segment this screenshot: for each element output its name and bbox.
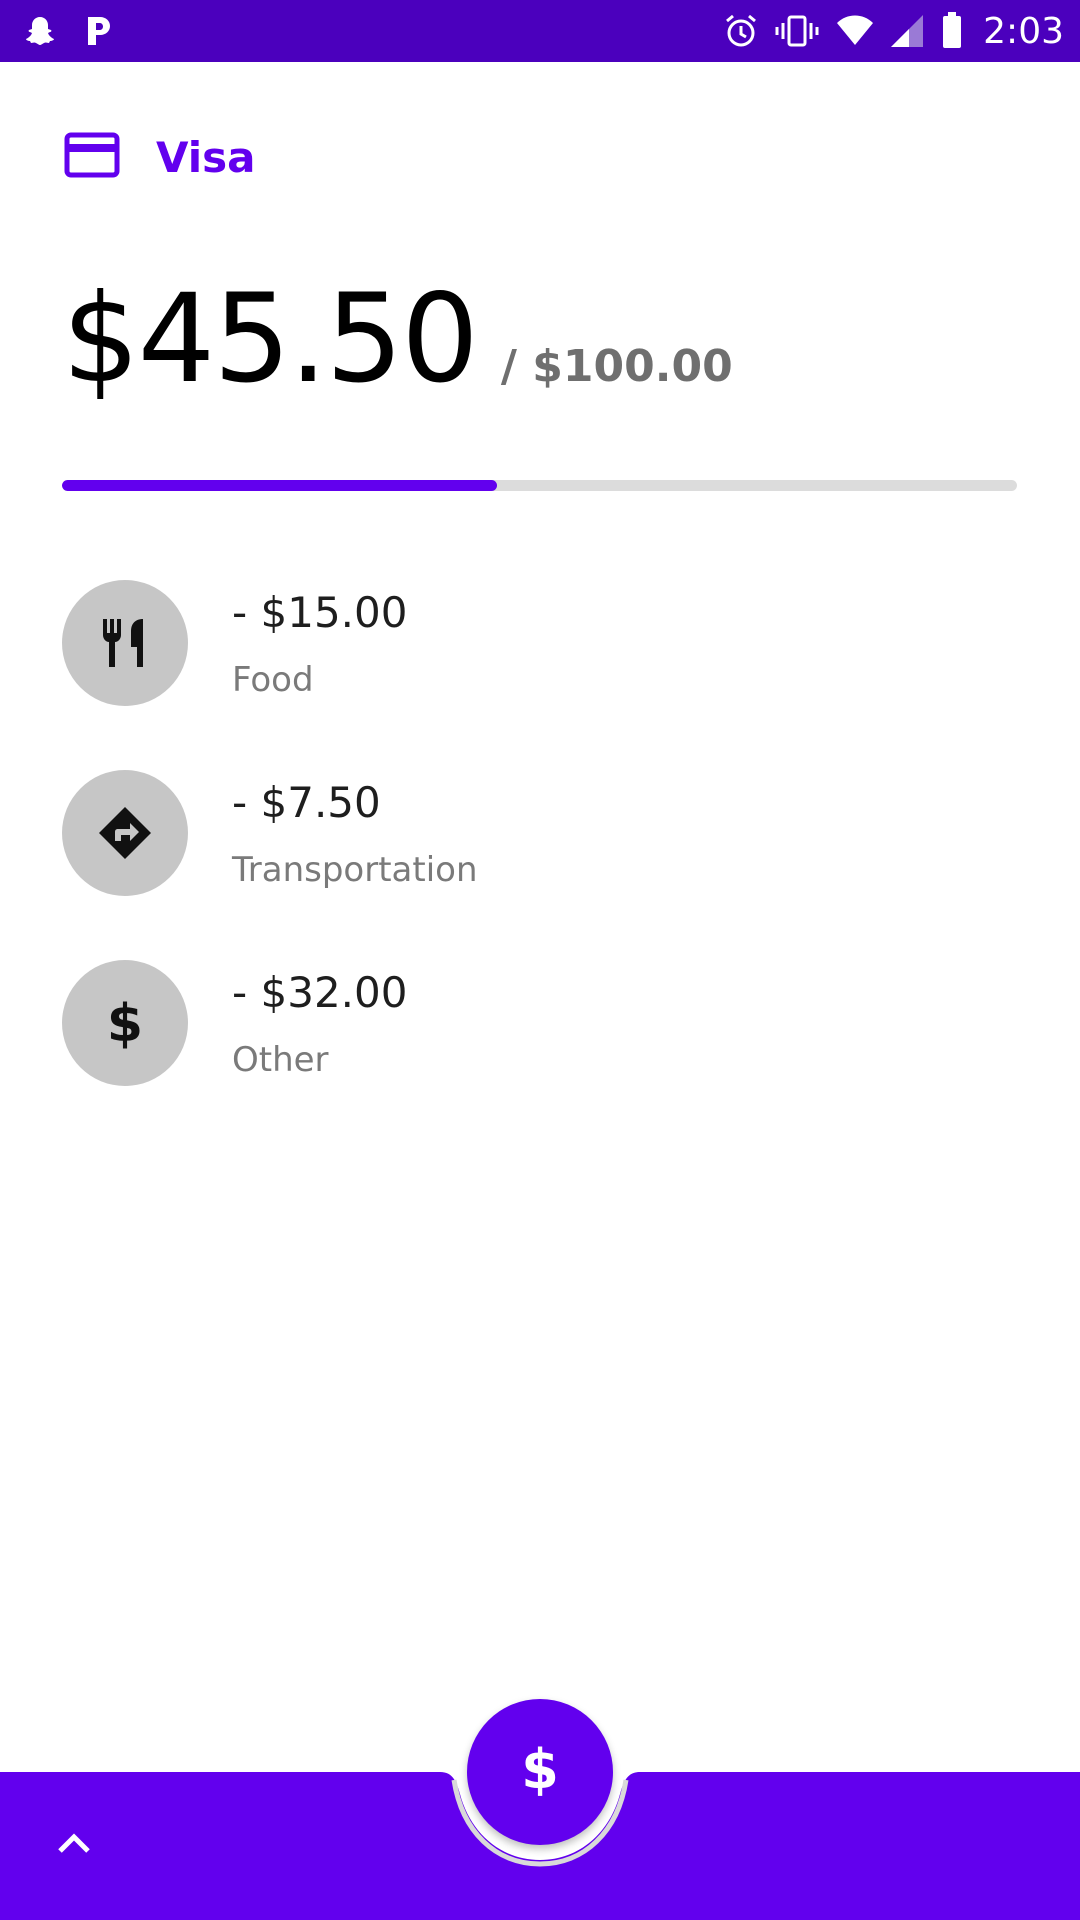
add-expense-fab[interactable]: $ bbox=[467, 1699, 613, 1845]
chevron-up-icon bbox=[56, 1831, 92, 1859]
clock: 2:03 bbox=[983, 10, 1064, 52]
status-bar: 2:03 bbox=[0, 0, 1080, 62]
budget-total: / $100.00 bbox=[500, 341, 733, 392]
directions-icon bbox=[62, 770, 188, 896]
dollar-icon: $ bbox=[62, 960, 188, 1086]
restaurant-icon bbox=[62, 580, 188, 706]
transaction-category: Other bbox=[232, 1040, 329, 1080]
card-header[interactable]: Visa bbox=[64, 132, 256, 182]
alarm-icon bbox=[723, 13, 759, 49]
budget-progress-bar bbox=[62, 480, 1017, 491]
list-item[interactable]: $ - $32.00 Other bbox=[62, 960, 1017, 1150]
transaction-amount: - $32.00 bbox=[232, 968, 408, 1017]
transaction-list: - $15.00 Food - $7.50 Transportation $ -… bbox=[62, 580, 1017, 1150]
card-name: Visa bbox=[156, 132, 256, 182]
p-app-icon bbox=[84, 13, 114, 49]
transaction-amount: - $7.50 bbox=[232, 778, 381, 827]
signal-icon bbox=[891, 13, 925, 49]
budget-summary: $45.50 / $100.00 bbox=[62, 268, 733, 410]
battery-icon bbox=[941, 12, 963, 50]
credit-card-icon bbox=[64, 132, 120, 182]
transaction-category: Food bbox=[232, 660, 314, 700]
dollar-icon: $ bbox=[520, 1738, 560, 1804]
wifi-icon bbox=[835, 13, 875, 49]
transaction-amount: - $15.00 bbox=[232, 588, 408, 637]
svg-text:$: $ bbox=[107, 995, 143, 1051]
expand-button[interactable] bbox=[44, 1820, 104, 1870]
budget-progress-fill bbox=[62, 480, 497, 491]
spent-amount: $45.50 bbox=[62, 268, 479, 410]
transaction-category: Transportation bbox=[232, 850, 478, 890]
list-item[interactable]: - $15.00 Food bbox=[62, 580, 1017, 770]
snapchat-icon bbox=[22, 13, 58, 49]
svg-text:$: $ bbox=[521, 1740, 559, 1800]
list-item[interactable]: - $7.50 Transportation bbox=[62, 770, 1017, 960]
vibrate-icon bbox=[775, 13, 819, 49]
